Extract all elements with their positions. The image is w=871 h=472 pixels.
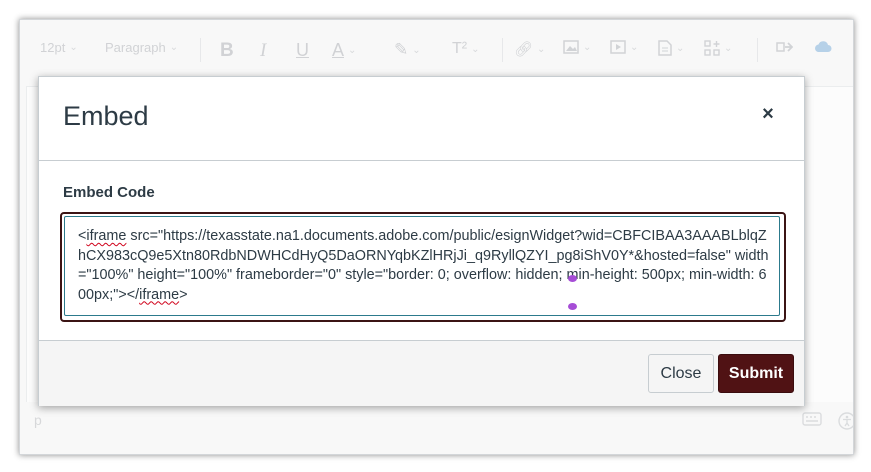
dialog-header: Embed × [39, 77, 804, 161]
grammar-marker-icon[interactable] [568, 303, 577, 310]
code-text: > [179, 286, 188, 303]
editor-window: 12pt ⌄ Paragraph ⌄ B I U A ⌄ ✎ ⌄ T² ⌄ 🔗︎… [19, 19, 854, 455]
embed-code-value: <iframe src="https://texasstate.na1.docu… [78, 227, 770, 305]
submit-button[interactable]: Submit [718, 354, 794, 393]
close-icon[interactable]: × [757, 103, 779, 125]
dialog-footer: Close Submit [39, 340, 804, 406]
spellcheck-word: iframe [139, 286, 180, 303]
embed-dialog: Embed × Embed Code <iframe src="https://… [38, 76, 805, 406]
grammar-marker-icon[interactable] [568, 275, 577, 282]
embed-code-textarea[interactable]: <iframe src="https://texasstate.na1.docu… [64, 216, 780, 316]
embed-code-focus-ring: <iframe src="https://texasstate.na1.docu… [60, 212, 786, 322]
close-button[interactable]: Close [648, 354, 714, 393]
embed-code-label: Embed Code [63, 184, 155, 201]
spellcheck-word: iframe [86, 228, 127, 244]
dialog-title: Embed [63, 101, 149, 131]
